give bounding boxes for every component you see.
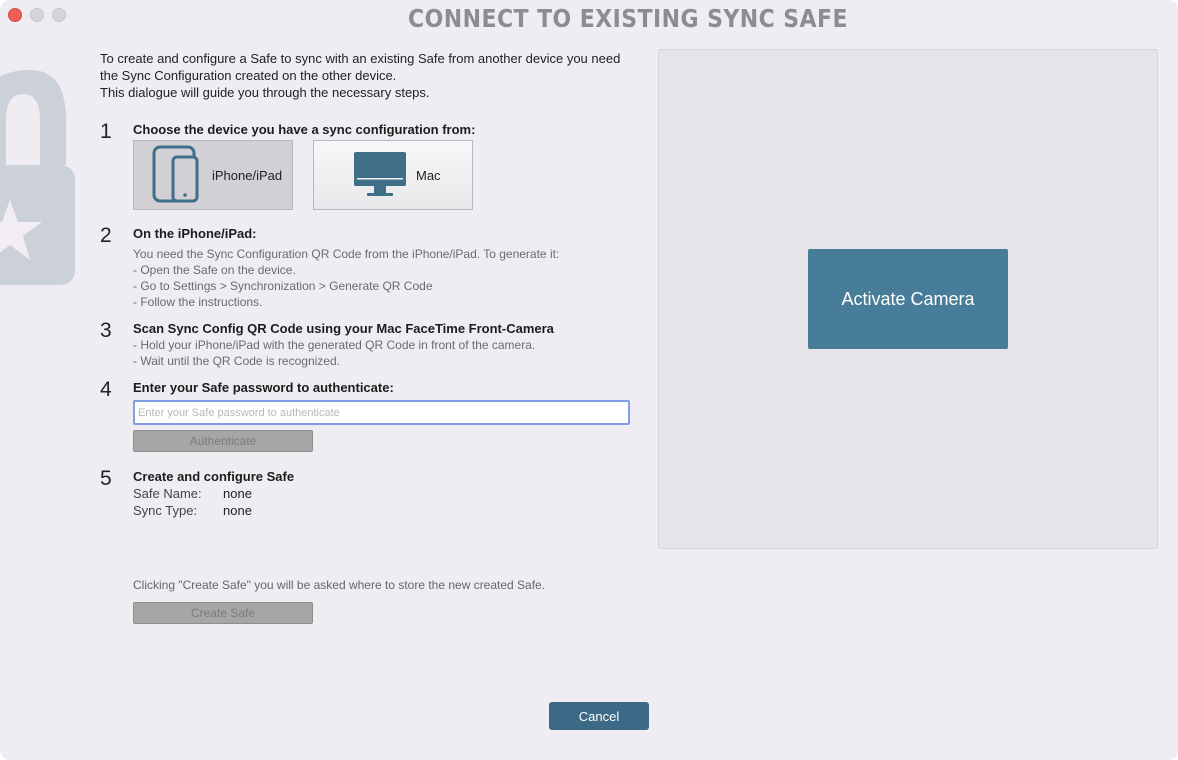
password-field[interactable] bbox=[133, 400, 630, 425]
device-label: iPhone/iPad bbox=[212, 167, 283, 183]
safe-name-label: Safe Name: bbox=[133, 486, 202, 501]
dialog-title: CONNECT TO EXISTING SYNC SAFE bbox=[408, 4, 848, 33]
intro-line: the Sync Configuration created on the ot… bbox=[100, 68, 397, 83]
intro-line: To create and configure a Safe to sync w… bbox=[100, 51, 621, 66]
sync-type-value: none bbox=[223, 503, 252, 518]
device-mac-button[interactable]: Mac bbox=[313, 140, 473, 210]
instruction-line: - Hold your iPhone/iPad with the generat… bbox=[133, 338, 536, 352]
safe-name-value: none bbox=[223, 486, 252, 501]
activate-camera-button[interactable]: Activate Camera bbox=[808, 249, 1008, 349]
intro-line: This dialogue will guide you through the… bbox=[100, 85, 430, 100]
intro-text: To create and configure a Safe to sync w… bbox=[100, 50, 660, 101]
close-window-button[interactable] bbox=[8, 8, 22, 22]
step-3-heading: Scan Sync Config QR Code using your Mac … bbox=[133, 321, 554, 336]
step-2-heading: On the iPhone/iPad: bbox=[133, 226, 257, 241]
imac-icon bbox=[354, 152, 406, 196]
step-4-heading: Enter your Safe password to authenticate… bbox=[133, 380, 394, 395]
step-5-heading: Create and configure Safe bbox=[133, 469, 295, 484]
step-3-number: 3 bbox=[100, 319, 112, 342]
step-5-number: 5 bbox=[100, 467, 112, 490]
zoom-window-button[interactable] bbox=[52, 8, 66, 22]
instruction-line: - Follow the instructions. bbox=[133, 295, 263, 309]
instruction-line: - Go to Settings > Synchronization > Gen… bbox=[133, 279, 433, 293]
dialog-window: CONNECT TO EXISTING SYNC SAFE To create … bbox=[0, 0, 1178, 760]
padlock-icon bbox=[0, 70, 75, 285]
step-3-instructions: - Hold your iPhone/iPad with the generat… bbox=[133, 337, 535, 369]
authenticate-button[interactable]: Authenticate bbox=[133, 430, 313, 452]
cancel-button[interactable]: Cancel bbox=[549, 702, 649, 730]
safe-name-row: Safe Name: none bbox=[133, 486, 252, 501]
step-1-number: 1 bbox=[100, 120, 112, 143]
device-label: Mac bbox=[416, 167, 441, 183]
step-2-number: 2 bbox=[100, 224, 112, 247]
instruction-line: You need the Sync Configuration QR Code … bbox=[133, 247, 560, 261]
sync-type-row: Sync Type: none bbox=[133, 503, 252, 518]
device-iphone-ipad-button[interactable]: iPhone/iPad bbox=[133, 140, 293, 210]
instruction-line: - Wait until the QR Code is recognized. bbox=[133, 354, 340, 368]
create-safe-note: Clicking "Create Safe" you will be asked… bbox=[133, 578, 546, 592]
window-controls bbox=[8, 8, 66, 22]
sync-type-label: Sync Type: bbox=[133, 503, 198, 518]
create-safe-button[interactable]: Create Safe bbox=[133, 602, 313, 624]
iphone-ipad-icon bbox=[152, 145, 199, 203]
step-2-instructions: You need the Sync Configuration QR Code … bbox=[133, 246, 559, 310]
instruction-line: - Open the Safe on the device. bbox=[133, 263, 296, 277]
step-4-number: 4 bbox=[100, 378, 112, 401]
step-1-heading: Choose the device you have a sync config… bbox=[133, 122, 476, 137]
minimize-window-button[interactable] bbox=[30, 8, 44, 22]
